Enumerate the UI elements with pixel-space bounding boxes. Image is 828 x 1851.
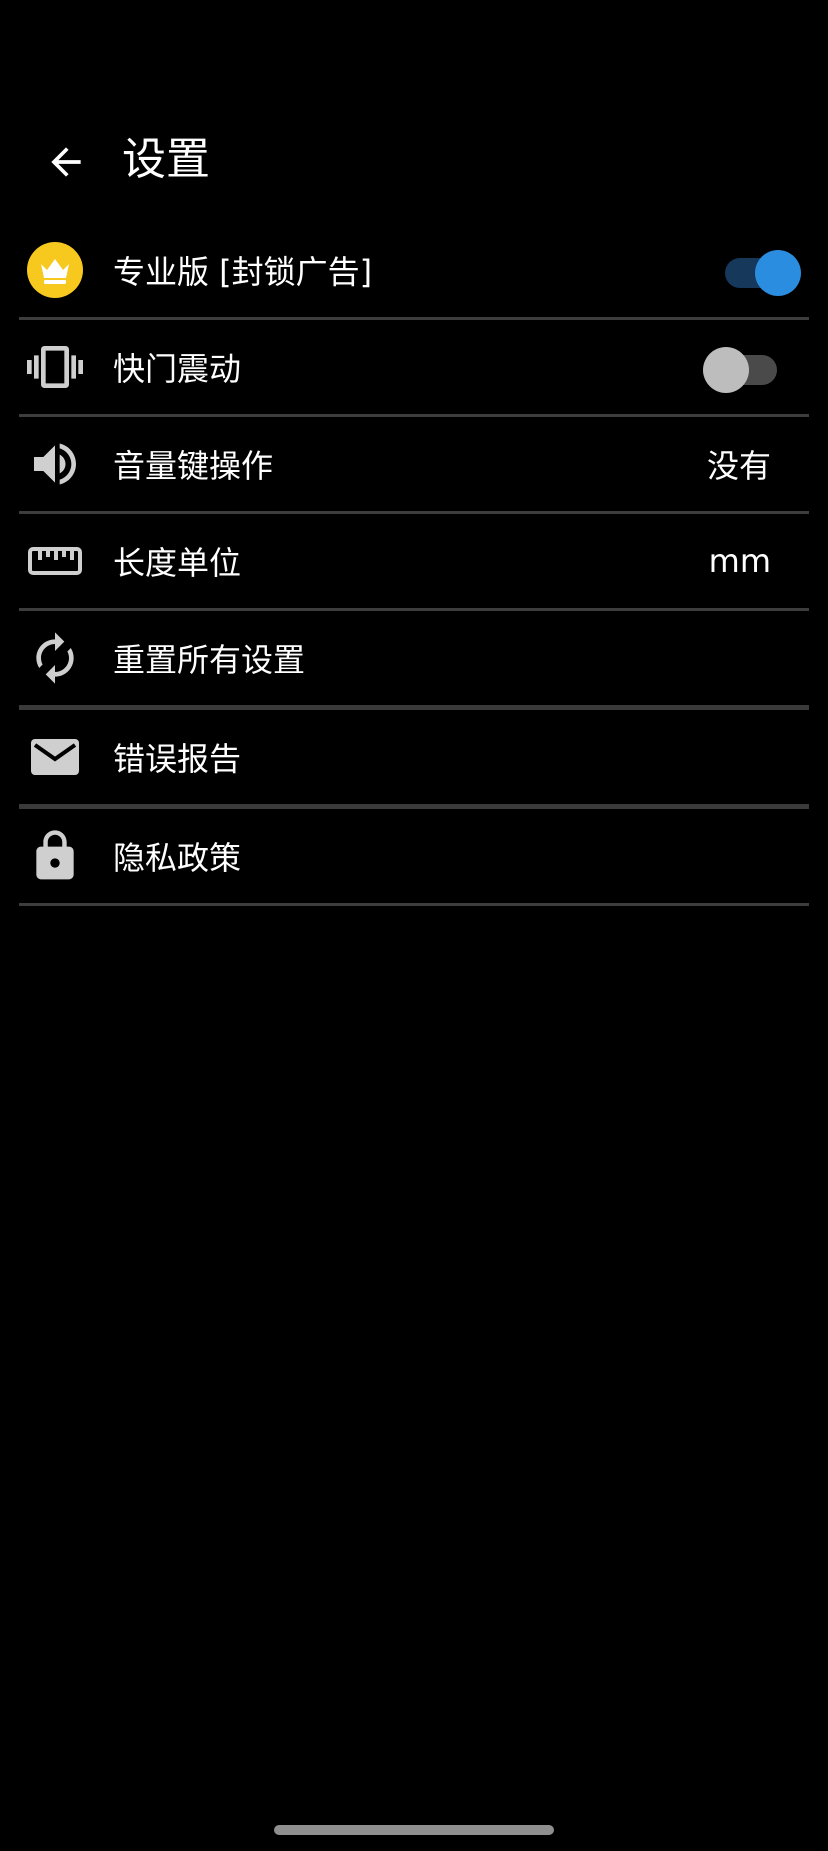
toggle-thumb bbox=[703, 347, 749, 393]
page-title: 设置 bbox=[122, 134, 210, 185]
setting-label-pro: 专业版 [封锁广告] bbox=[113, 253, 373, 291]
setting-row-reset[interactable]: 重置所有设置 bbox=[19, 611, 809, 710]
arrow-back-icon bbox=[51, 147, 81, 177]
app-header: 设置 bbox=[0, 110, 828, 210]
setting-label-error-report: 错误报告 bbox=[113, 740, 242, 778]
setting-row-pro[interactable]: 专业版 [封锁广告] bbox=[19, 223, 809, 320]
setting-row-shutter-vibration[interactable]: 快门震动 bbox=[19, 320, 809, 417]
back-button[interactable] bbox=[36, 132, 96, 192]
crown-icon bbox=[27, 242, 83, 298]
volume-icon bbox=[27, 436, 83, 492]
setting-label-length-unit: 长度单位 bbox=[113, 544, 242, 582]
setting-label-shutter-vibration: 快门震动 bbox=[113, 350, 242, 388]
settings-list: 专业版 [封锁广告] 快门震动 音量键操作 没有 长度单位 mm 重置所有设置 … bbox=[0, 223, 828, 906]
setting-label-volume-key: 音量键操作 bbox=[113, 447, 274, 485]
vibration-icon bbox=[27, 339, 83, 395]
setting-value-volume-key: 没有 bbox=[706, 447, 771, 485]
setting-row-length-unit[interactable]: 长度单位 mm bbox=[19, 514, 809, 611]
shutter-vibration-toggle[interactable] bbox=[703, 343, 783, 393]
toggle-thumb bbox=[755, 250, 801, 296]
setting-row-error-report[interactable]: 错误报告 bbox=[19, 710, 809, 809]
home-indicator[interactable] bbox=[274, 1825, 554, 1835]
setting-row-volume-key[interactable]: 音量键操作 没有 bbox=[19, 417, 809, 514]
setting-value-length-unit: mm bbox=[708, 542, 771, 580]
setting-row-privacy[interactable]: 隐私政策 bbox=[19, 809, 809, 906]
setting-label-privacy: 隐私政策 bbox=[113, 839, 242, 877]
mail-icon bbox=[27, 729, 83, 785]
setting-label-reset: 重置所有设置 bbox=[113, 641, 306, 679]
lock-icon bbox=[27, 828, 83, 884]
reset-icon bbox=[27, 630, 83, 686]
pro-toggle[interactable] bbox=[721, 246, 801, 296]
ruler-icon bbox=[27, 533, 83, 589]
